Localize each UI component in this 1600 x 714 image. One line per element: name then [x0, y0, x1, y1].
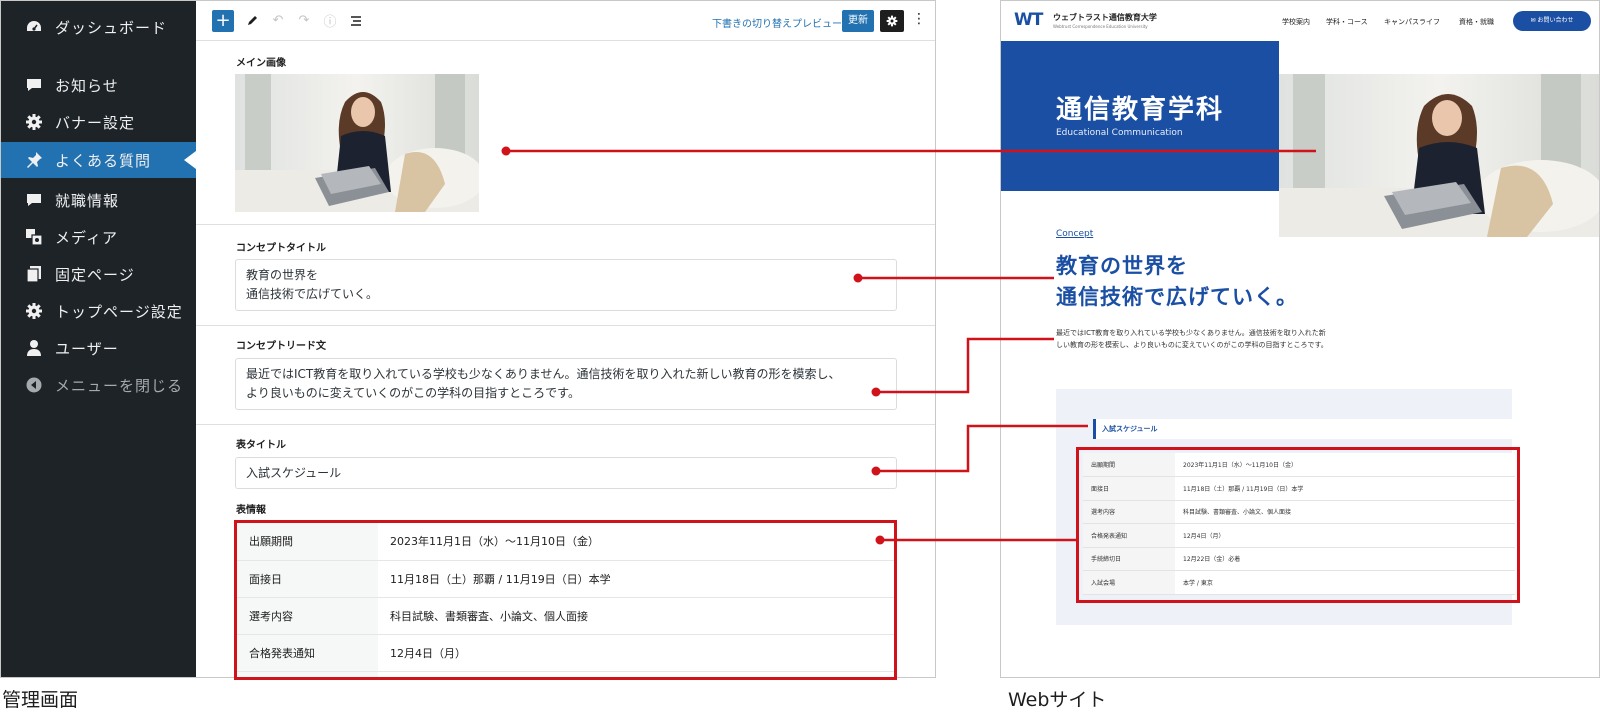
connector-dot — [853, 273, 863, 283]
connector-dot — [501, 146, 511, 156]
connector-table-title — [876, 424, 1088, 473]
connector-concept-lead — [876, 337, 1054, 394]
connector-dot — [875, 535, 885, 545]
annotation-connectors — [501, 146, 1316, 545]
comparison-figure: ダッシュボード お知らせ バナー設定 よくある質問 就職情報 メディア 固定ペー… — [0, 0, 1600, 714]
connector-dot — [871, 466, 881, 476]
connector-dot — [871, 387, 881, 397]
